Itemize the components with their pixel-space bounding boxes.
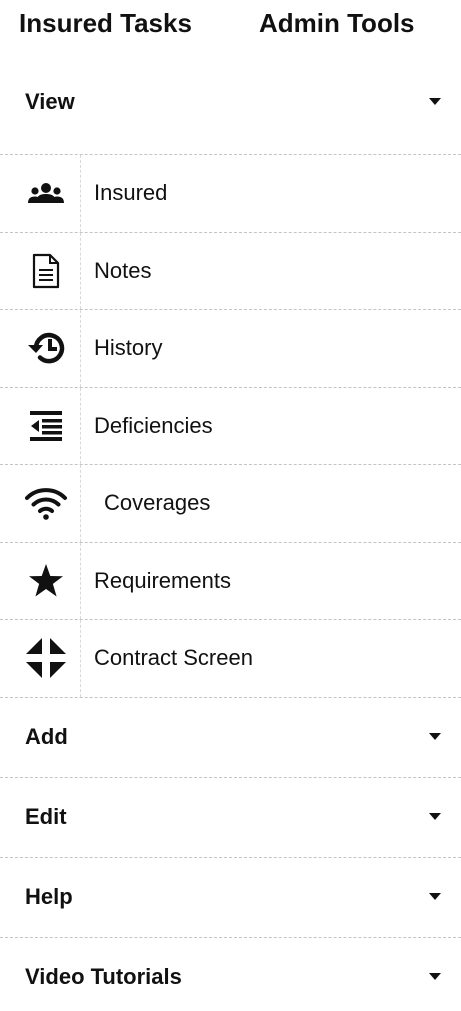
section-edit-label: Edit — [25, 804, 67, 829]
item-divider — [80, 387, 81, 464]
users-icon — [24, 171, 68, 215]
menu-item-label: Contract Screen — [94, 645, 253, 671]
document-icon — [24, 249, 68, 293]
menu-item-label: History — [94, 335, 163, 361]
item-divider — [80, 542, 81, 619]
section-help-label: Help — [25, 884, 73, 909]
section-view-header[interactable]: View — [0, 50, 461, 155]
section-help-header[interactable]: Help — [0, 858, 461, 938]
menu-item-insured[interactable]: Insured — [0, 155, 461, 233]
menu-item-requirements[interactable]: Requirements — [0, 542, 461, 620]
menu-item-coverages[interactable]: Coverages — [0, 465, 461, 543]
item-divider — [80, 155, 81, 232]
section-view-label: View — [25, 89, 75, 114]
section-add-header[interactable]: Add — [0, 698, 461, 778]
item-divider — [80, 310, 81, 387]
section-edit-header[interactable]: Edit — [0, 778, 461, 858]
top-nav: Insured Tasks Admin Tools — [0, 0, 461, 50]
section-add-label: Add — [25, 724, 68, 749]
menu-item-history[interactable]: History — [0, 310, 461, 388]
item-divider — [80, 232, 81, 309]
chevron-down-icon — [429, 893, 441, 900]
chevron-down-icon — [429, 973, 441, 980]
item-divider — [80, 465, 81, 542]
section-video-tutorials-label: Video Tutorials — [25, 964, 182, 989]
menu-item-contract-screen[interactable]: Contract Screen — [0, 620, 461, 698]
outdent-list-icon — [24, 404, 68, 448]
chevron-down-icon — [429, 813, 441, 820]
menu-panel: Insured Tasks Admin Tools View Insured N… — [0, 0, 461, 1011]
wifi-icon — [24, 481, 68, 525]
menu-item-label: Requirements — [94, 567, 231, 593]
menu-item-label: Notes — [94, 257, 152, 283]
tab-admin-tools[interactable]: Admin Tools — [259, 8, 415, 38]
menu-item-notes[interactable]: Notes — [0, 232, 461, 310]
chevron-down-icon — [429, 733, 441, 740]
section-video-tutorials-header[interactable]: Video Tutorials — [0, 938, 461, 1011]
item-divider — [80, 620, 81, 697]
history-icon — [24, 326, 68, 370]
tab-insured-tasks[interactable]: Insured Tasks — [19, 8, 192, 38]
chevron-down-icon — [429, 98, 441, 105]
menu-item-deficiencies[interactable]: Deficiencies — [0, 387, 461, 465]
star-icon — [24, 559, 68, 603]
menu-item-label: Coverages — [104, 490, 211, 516]
menu-item-label: Deficiencies — [94, 412, 213, 438]
compress-arrows-icon — [24, 636, 68, 680]
menu-item-label: Insured — [94, 180, 168, 206]
